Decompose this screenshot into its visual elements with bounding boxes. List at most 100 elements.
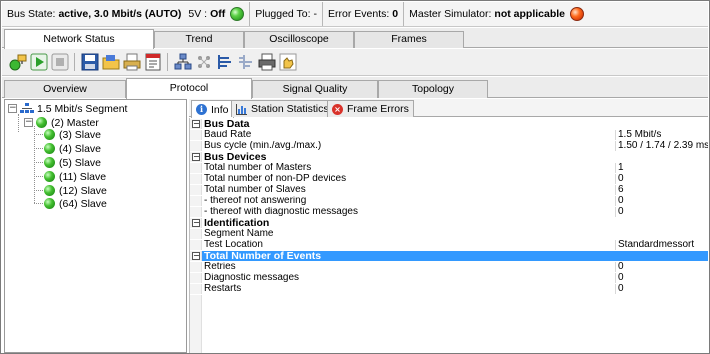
tree-node-label: (5) Slave bbox=[59, 156, 102, 169]
tree-node-label: (11) Slave bbox=[59, 170, 107, 183]
property-label: Diagnostic messages bbox=[204, 273, 300, 283]
property-value: 0 bbox=[615, 262, 708, 272]
play-icon[interactable] bbox=[29, 52, 49, 72]
property-row[interactable]: Diagnostic messages 0 bbox=[190, 273, 708, 284]
scan-icon[interactable] bbox=[194, 52, 214, 72]
tree-connector bbox=[34, 148, 43, 149]
save-icon[interactable] bbox=[80, 52, 100, 72]
property-label: Total number of non-DP devices bbox=[204, 174, 347, 184]
plugged-to-value: - bbox=[313, 8, 318, 20]
tree-node-slave[interactable]: (12) Slave bbox=[44, 184, 107, 197]
tree-connector bbox=[34, 190, 43, 191]
tab-label: Station Statistics bbox=[251, 103, 329, 115]
open-folder-icon[interactable] bbox=[101, 52, 121, 72]
tab-protocol[interactable]: Protocol bbox=[126, 78, 252, 99]
property-row[interactable]: - thereof not answering 0 bbox=[190, 196, 708, 207]
print-setup-icon[interactable] bbox=[122, 52, 142, 72]
tab-topology[interactable]: Topology bbox=[378, 80, 488, 98]
collapse-toggle-icon[interactable]: − bbox=[192, 252, 200, 260]
property-value: 0 bbox=[615, 196, 708, 206]
property-value: 6 bbox=[615, 185, 708, 195]
main-tab-bar: Network Status Trend Oscilloscope Frames bbox=[2, 28, 708, 49]
property-label: - thereof with diagnostic messages bbox=[204, 207, 358, 217]
tree-node-slave[interactable]: (5) Slave bbox=[44, 156, 101, 169]
tree-connector bbox=[34, 203, 43, 204]
stop-icon[interactable] bbox=[50, 52, 70, 72]
property-row[interactable]: - thereof with diagnostic messages 0 bbox=[190, 207, 708, 218]
tree-node-slave[interactable]: (4) Slave bbox=[44, 142, 101, 155]
segment-tree: − 1.5 Mbit/s Segment − (2) Master (3) Sl… bbox=[4, 99, 187, 353]
network-config-icon[interactable] bbox=[173, 52, 193, 72]
category-bus-devices[interactable]: − Bus Devices bbox=[190, 152, 708, 163]
property-row[interactable]: Baud Rate 1.5 Mbit/s bbox=[190, 130, 708, 141]
category-identification[interactable]: − Identification bbox=[190, 218, 708, 229]
settings-hand-icon[interactable] bbox=[278, 52, 298, 72]
tab-overview[interactable]: Overview bbox=[4, 80, 126, 98]
collapse-toggle-icon[interactable]: − bbox=[192, 153, 200, 161]
station-ok-icon bbox=[44, 157, 55, 168]
station-ok-icon bbox=[44, 143, 55, 154]
category-title: Bus Devices bbox=[204, 152, 267, 162]
tab-network-status[interactable]: Network Status bbox=[4, 29, 154, 49]
station-ok-icon bbox=[44, 198, 55, 209]
collapse-toggle-icon[interactable]: − bbox=[192, 120, 200, 128]
property-value: 1 bbox=[615, 163, 708, 173]
application-window: Bus State: active, 3.0 Mbit/s (AUTO) 5V … bbox=[0, 0, 710, 354]
info-icon: i bbox=[196, 104, 207, 115]
property-row[interactable]: Segment Name bbox=[190, 229, 708, 240]
master-simulator-label: Master Simulator: bbox=[409, 8, 492, 20]
tab-info[interactable]: i Info bbox=[191, 100, 234, 118]
tree-node-label: (3) Slave bbox=[59, 128, 102, 141]
grid-gutter bbox=[190, 295, 202, 353]
tab-frame-errors[interactable]: × Frame Errors bbox=[327, 100, 414, 117]
property-row[interactable]: Retries 0 bbox=[190, 262, 708, 273]
category-title: Identification bbox=[204, 218, 270, 228]
statistics-icon bbox=[236, 103, 247, 115]
import-icon[interactable] bbox=[236, 52, 256, 72]
tree-node-slave[interactable]: (11) Slave bbox=[44, 170, 106, 183]
property-row[interactable]: Restarts 0 bbox=[190, 284, 708, 295]
property-row[interactable]: Test Location Standardmessort bbox=[190, 240, 708, 251]
tree-connector bbox=[34, 134, 43, 135]
property-row[interactable]: Total number of non-DP devices 0 bbox=[190, 174, 708, 185]
tree-node-slave[interactable]: (3) Slave bbox=[44, 128, 101, 141]
details-tab-bar: i Info Station Statistics × Frame Errors bbox=[189, 99, 708, 118]
property-label: - thereof not answering bbox=[204, 196, 307, 206]
tab-signal-quality[interactable]: Signal Quality bbox=[252, 80, 378, 98]
tree-node-label: (12) Slave bbox=[59, 184, 107, 197]
report-icon[interactable] bbox=[143, 52, 163, 72]
bus-state-value: active, 3.0 Mbit/s (AUTO) bbox=[58, 8, 182, 20]
tab-frames[interactable]: Frames bbox=[354, 31, 464, 48]
station-ok-icon bbox=[44, 185, 55, 196]
property-value: 1.5 Mbit/s bbox=[615, 130, 708, 140]
category-title: Bus Data bbox=[204, 119, 250, 129]
master-simulator-led-icon bbox=[570, 7, 585, 21]
tree-connector bbox=[34, 162, 43, 163]
tab-label: Frame Errors bbox=[347, 103, 409, 115]
plugged-to-segment: Plugged To: - bbox=[250, 2, 324, 26]
collapse-toggle-icon[interactable]: − bbox=[192, 219, 200, 227]
category-bus-data[interactable]: − Bus Data bbox=[190, 119, 708, 130]
property-row[interactable]: Bus cycle (min./avg./max.) 1.50 / 1.74 /… bbox=[190, 141, 708, 152]
tree-node-segment[interactable]: − 1.5 Mbit/s Segment bbox=[8, 102, 127, 115]
tab-oscilloscope[interactable]: Oscilloscope bbox=[244, 31, 354, 48]
property-label: Segment Name bbox=[204, 229, 274, 239]
collapse-toggle-icon[interactable]: − bbox=[8, 104, 17, 113]
property-value: 0 bbox=[615, 273, 708, 283]
protocol-tab-bar: Overview Protocol Signal Quality Topolog… bbox=[2, 77, 708, 99]
tree-node-slave[interactable]: (64) Slave bbox=[44, 197, 107, 210]
export-icon[interactable] bbox=[215, 52, 235, 72]
tree-connector bbox=[34, 126, 35, 203]
tab-station-statistics[interactable]: Station Statistics bbox=[231, 100, 334, 117]
property-row[interactable]: Total number of Masters 1 bbox=[190, 163, 708, 174]
collapse-toggle-icon[interactable]: − bbox=[24, 118, 33, 127]
property-label: Restarts bbox=[204, 284, 242, 294]
toolbar-separator bbox=[167, 53, 168, 71]
bus-state-segment: Bus State: active, 3.0 Mbit/s (AUTO) 5V … bbox=[2, 2, 251, 26]
property-row[interactable]: Total number of Slaves 6 bbox=[190, 185, 708, 196]
print-icon[interactable] bbox=[257, 52, 277, 72]
category-total-events[interactable]: − Total Number of Events bbox=[190, 251, 708, 262]
category-title: Total Number of Events bbox=[204, 251, 322, 261]
go-online-icon[interactable] bbox=[8, 52, 28, 72]
tab-trend[interactable]: Trend bbox=[154, 31, 244, 48]
